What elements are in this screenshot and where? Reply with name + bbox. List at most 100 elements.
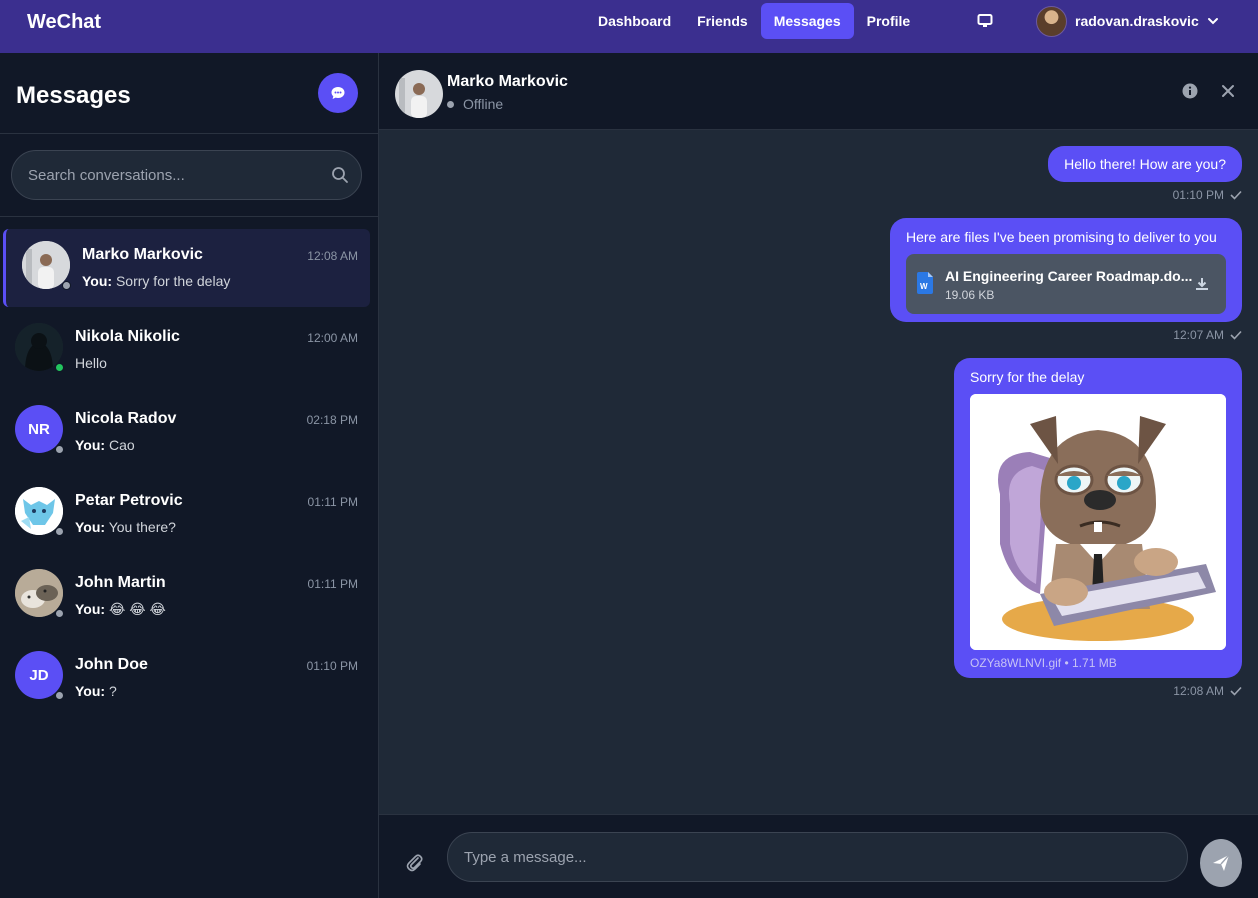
user-avatar: [1036, 5, 1067, 37]
image-caption: OZYa8WLNVI.gif • 1.71 MB: [970, 656, 1117, 670]
chat-header: Marko Markovic Offline: [379, 53, 1258, 130]
username: radovan.draskovic: [1075, 13, 1199, 29]
message-bubble: Hello there! How are you?: [1048, 146, 1242, 182]
search-box: [11, 150, 362, 200]
preview-text: Sorry for the delay: [115, 273, 231, 289]
conversation-preview: You: You there?: [75, 519, 176, 535]
message-composer: [379, 814, 1258, 898]
message-meta: 12:07 AM: [1173, 328, 1242, 342]
conversation-preview: You: 😂 😂 😂: [75, 601, 166, 618]
message-input[interactable]: [447, 832, 1188, 882]
sidebar-title: Messages: [16, 82, 131, 109]
conversation-item[interactable]: NR Nicola Radov 02:18 PM You: Cao: [3, 393, 370, 471]
contact-status: Offline: [447, 96, 503, 112]
preview-prefix: You:: [75, 437, 106, 453]
message-bubble: Here are files I've been promising to de…: [890, 218, 1242, 322]
conversation-item[interactable]: Marko Markovic 12:08 AM You: Sorry for t…: [3, 229, 370, 307]
check-icon: [1230, 330, 1242, 340]
svg-text:W: W: [920, 282, 928, 291]
status-dot-offline: [55, 445, 64, 454]
conversation-time: 12:08 AM: [307, 249, 358, 263]
chat-panel: Marko Markovic Offline Hello there! How …: [379, 53, 1258, 898]
conversation-time: 12:00 AM: [307, 331, 358, 345]
paperclip-icon[interactable]: [404, 852, 424, 872]
nav-links: Dashboard Friends Messages Profile: [585, 3, 923, 39]
preview-text: You there?: [108, 519, 176, 535]
check-icon: [1230, 686, 1242, 696]
message-time: 12:07 AM: [1173, 328, 1224, 342]
pug-typing-sticker: [970, 394, 1226, 650]
nav-dashboard[interactable]: Dashboard: [585, 3, 684, 39]
file-name: AI Engineering Career Roadmap.do...: [945, 268, 1193, 284]
conversation-name: Nikola Nikolic: [75, 328, 180, 345]
divider: [0, 216, 378, 217]
search-input[interactable]: [28, 151, 318, 199]
close-icon[interactable]: [1220, 83, 1236, 99]
conversations-sidebar: Messages Marko Markovic 12:08 AM You: So…: [0, 53, 379, 898]
send-icon: [1213, 854, 1230, 871]
message-text: Here are files I've been promising to de…: [906, 229, 1217, 245]
search-icon[interactable]: [331, 166, 349, 184]
message-text: Hello there! How are you?: [1064, 156, 1226, 172]
preview-text: Cao: [108, 437, 135, 453]
contact-status-text: Offline: [463, 96, 504, 112]
conversation-item[interactable]: JD John Doe 01:10 PM You: ?: [3, 639, 370, 717]
conversation-item[interactable]: John Martin 01:11 PM You: 😂 😂 😂: [3, 557, 370, 635]
preview-text: ?: [108, 683, 117, 699]
chevron-down-icon: [1207, 18, 1218, 25]
send-button[interactable]: [1200, 839, 1242, 887]
display-icon[interactable]: [973, 11, 997, 31]
check-icon: [1230, 190, 1242, 200]
info-icon[interactable]: [1182, 83, 1198, 99]
status-dot-offline: [447, 100, 454, 108]
status-dot-online: [55, 363, 64, 372]
preview-text: Hello: [75, 355, 107, 371]
conversation-preview: Hello: [75, 355, 107, 371]
contact-avatar[interactable]: [395, 70, 443, 118]
conversation-item[interactable]: Nikola Nikolic 12:00 AM Hello: [3, 311, 370, 389]
divider: [0, 133, 378, 134]
status-dot-offline: [55, 691, 64, 700]
preview-prefix: You:: [82, 273, 113, 289]
conversation-time: 01:10 PM: [306, 659, 358, 673]
nav-profile[interactable]: Profile: [854, 3, 924, 39]
preview-text: 😂 😂 😂: [108, 601, 166, 617]
top-navbar: WeChat Dashboard Friends Messages Profil…: [0, 0, 1258, 53]
message-bubble: Sorry for the delay OZYa8WLNVI.gif • 1.7…: [954, 358, 1242, 678]
chat-bubble-icon: [331, 87, 345, 99]
conversation-time: 01:11 PM: [307, 495, 358, 509]
conversation-name: Nicola Radov: [75, 410, 177, 427]
conversation-time: 02:18 PM: [306, 413, 358, 427]
brand-logo[interactable]: WeChat: [27, 11, 101, 34]
message-time: 01:10 PM: [1172, 188, 1224, 202]
new-chat-button[interactable]: [318, 73, 358, 113]
preview-prefix: You:: [75, 601, 106, 617]
image-attachment[interactable]: [970, 394, 1226, 650]
status-dot-offline: [62, 281, 71, 290]
conversation-name: John Martin: [75, 574, 166, 591]
message-time: 12:08 AM: [1173, 684, 1224, 698]
conversation-time: 01:11 PM: [307, 577, 358, 591]
message-meta: 01:10 PM: [1173, 188, 1242, 202]
contact-name: Marko Markovic: [447, 73, 568, 90]
status-dot-offline: [55, 609, 64, 618]
download-icon[interactable]: [1194, 276, 1210, 292]
nav-friends[interactable]: Friends: [684, 3, 761, 39]
conversation-item[interactable]: Petar Petrovic 01:11 PM You: You there?: [3, 475, 370, 553]
word-document-icon: W: [917, 272, 933, 294]
message-text: Sorry for the delay: [970, 369, 1085, 385]
message-meta: 12:08 AM: [1173, 684, 1242, 698]
conversation-preview: You: ?: [75, 683, 117, 699]
conversation-preview: You: Cao: [75, 437, 135, 453]
file-attachment[interactable]: W AI Engineering Career Roadmap.do... 19…: [906, 254, 1226, 314]
preview-prefix: You:: [75, 683, 106, 699]
conversation-name: John Doe: [75, 656, 148, 673]
conversation-name: Marko Markovic: [82, 246, 203, 263]
file-size: 19.06 KB: [945, 288, 995, 302]
user-menu[interactable]: radovan.draskovic: [1036, 5, 1219, 37]
conversation-preview: You: Sorry for the delay: [82, 273, 230, 289]
status-dot-offline: [55, 527, 64, 536]
preview-prefix: You:: [75, 519, 106, 535]
nav-messages[interactable]: Messages: [760, 3, 854, 39]
conversation-name: Petar Petrovic: [75, 492, 183, 509]
